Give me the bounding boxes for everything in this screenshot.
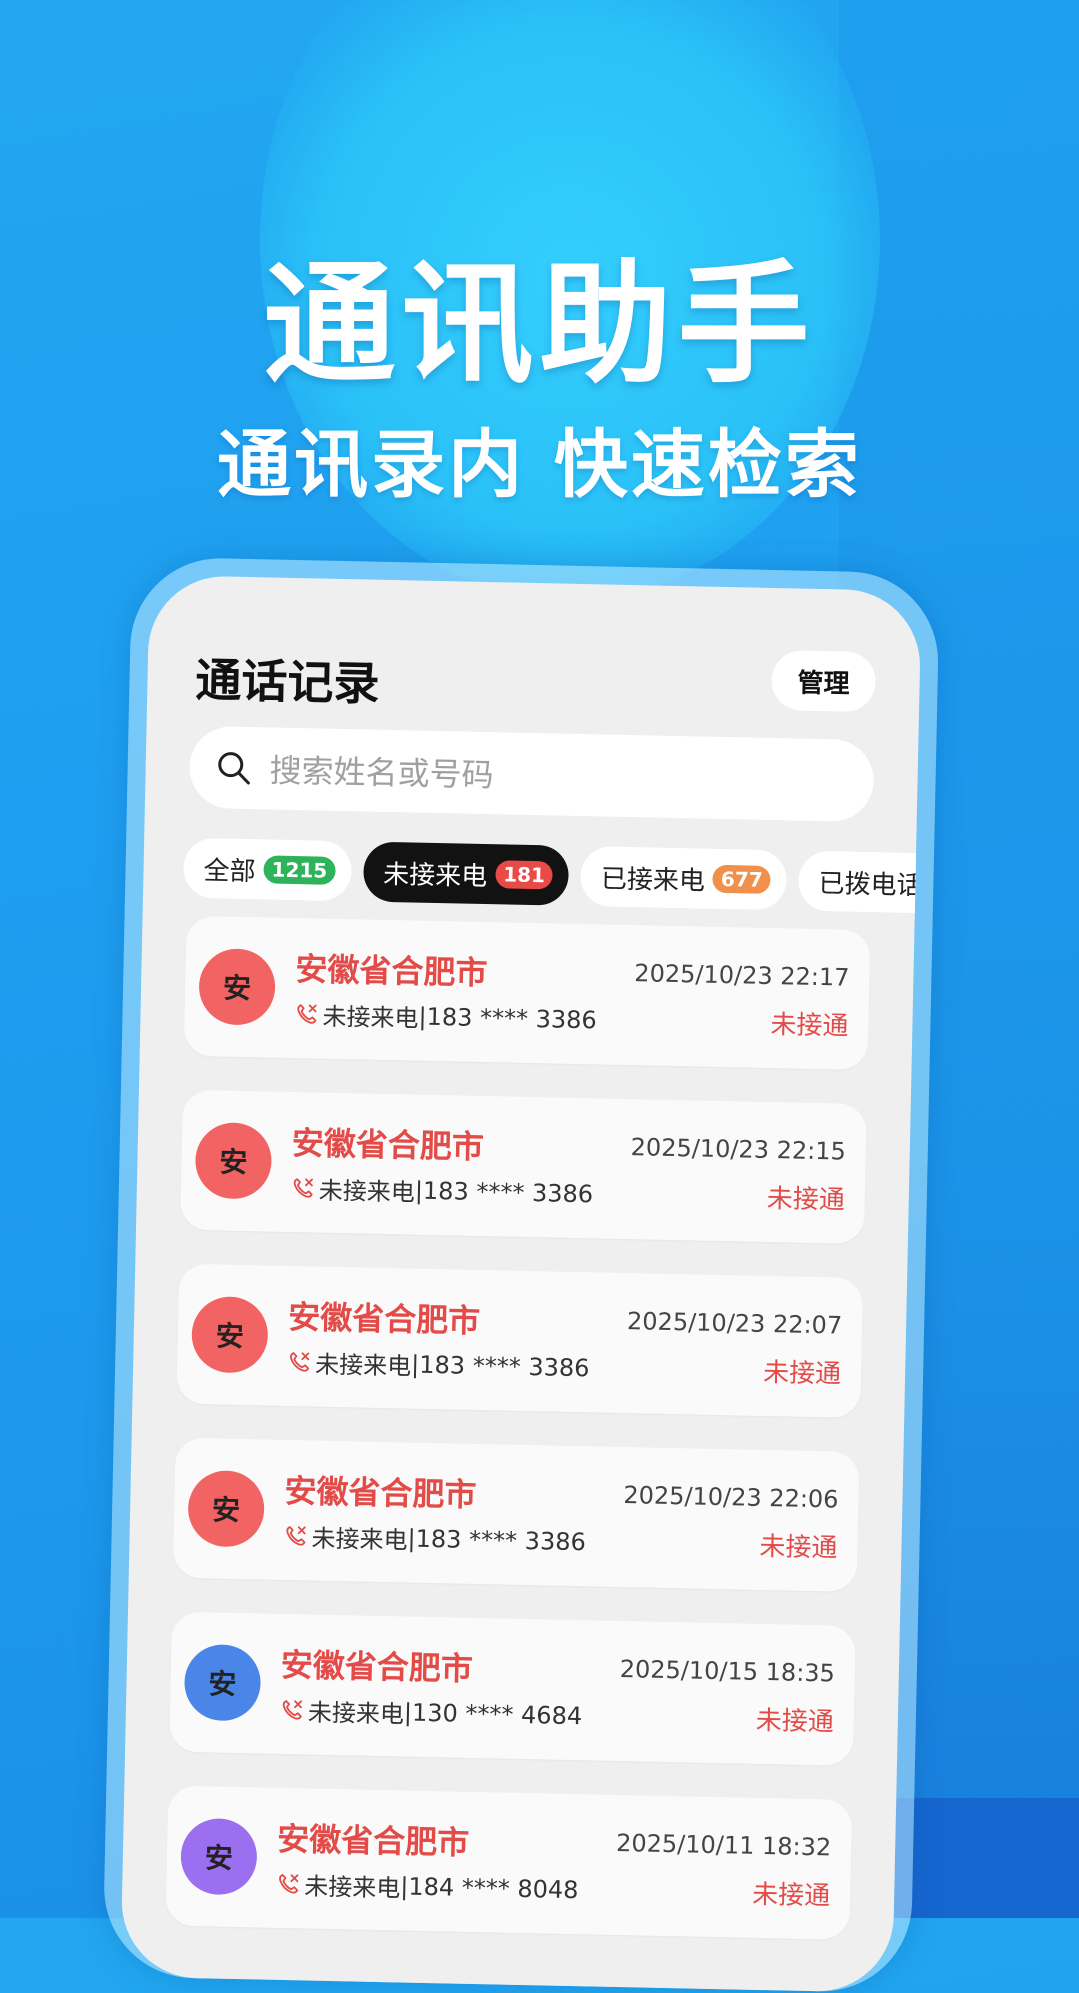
call-type: 未接来电 xyxy=(314,1350,412,1381)
caller-location: 安徽省合肥市 xyxy=(280,1645,474,1688)
tab-count-badge: 677 xyxy=(712,864,771,894)
call-list-item[interactable]: 安安徽省合肥市 未接来电 | 183 **** 3386 2025/10/23 22… xyxy=(172,1437,860,1592)
tab-1[interactable]: 未接来电 181 xyxy=(362,841,570,906)
phone-number: 184 **** 8048 xyxy=(408,1872,579,1904)
missed-call-icon xyxy=(293,1177,313,1198)
phone-number: 183 **** 3386 xyxy=(426,1002,598,1034)
avatar: 安 xyxy=(194,1122,273,1200)
call-list-item[interactable]: 安安徽省合肥市 未接来电 | 184 **** 8048 2025/10/11 18… xyxy=(165,1785,853,1940)
call-list: 安安徽省合肥市 未接来电 | 183 **** 3386 2025/10/23 22… xyxy=(165,915,871,1974)
call-detail: 未接来电 | 183 **** 3386 xyxy=(283,1518,586,1559)
call-time: 2025/10/23 22:15 xyxy=(630,1133,847,1166)
hero-title: 通讯助手 xyxy=(263,248,816,402)
call-list-item[interactable]: 安安徽省合肥市 未接来电 | 183 **** 3386 2025/10/23 22… xyxy=(176,1263,864,1418)
call-type: 未接来电 xyxy=(303,1872,401,1903)
call-type: 未接来电 xyxy=(318,1176,416,1207)
phone-number: 183 **** 3386 xyxy=(422,1176,594,1208)
page-title: 通话记录 xyxy=(194,652,381,711)
avatar: 安 xyxy=(183,1643,262,1722)
tab-label: 已接来电 xyxy=(600,863,706,897)
search-icon xyxy=(218,752,250,785)
missed-call-icon xyxy=(279,1873,299,1893)
tab-0[interactable]: 全部 1215 xyxy=(182,837,352,902)
call-time: 2025/10/23 22:17 xyxy=(634,959,850,992)
tab-2[interactable]: 已接来电 677 xyxy=(580,846,788,911)
call-detail: 未接来电 | 183 **** 3386 xyxy=(294,996,597,1037)
avatar: 安 xyxy=(191,1295,269,1374)
call-time: 2025/10/23 22:06 xyxy=(623,1481,839,1514)
phone-mockup: 通话记录 管理 搜索姓名或号码 全部 1215 未接来电 181 已接来电 677 已拨电话… xyxy=(102,556,940,1993)
hero-subtitle: 通讯录内 快速检索 xyxy=(217,422,862,508)
missed-call-icon xyxy=(297,1003,317,1024)
missed-call-icon xyxy=(286,1525,306,1546)
tab-count-badge: 1215 xyxy=(263,855,336,885)
call-list-item[interactable]: 安安徽省合肥市 未接来电 | 130 **** 4684 2025/10/15 18… xyxy=(169,1611,856,1766)
missed-call-icon xyxy=(282,1699,303,1720)
call-type: 未接来电 xyxy=(311,1524,408,1555)
call-status: 未接通 xyxy=(759,1531,838,1564)
tab-3[interactable]: 已拨电话357 xyxy=(798,850,922,915)
call-type: 未接来电 xyxy=(322,1002,419,1033)
avatar: 安 xyxy=(180,1817,258,1896)
call-detail: 未接来电 | 130 **** 4684 xyxy=(280,1692,583,1733)
call-detail: 未接来电 | 183 **** 3386 xyxy=(287,1344,590,1385)
call-time: 2025/10/11 18:32 xyxy=(615,1828,832,1862)
caller-location: 安徽省合肥市 xyxy=(287,1297,481,1340)
missed-call-icon xyxy=(290,1351,310,1372)
call-type: 未接来电 xyxy=(307,1698,405,1729)
avatar: 安 xyxy=(187,1469,265,1548)
filter-tabs: 全部1215未接来电181已接来电677已拨电话357 xyxy=(182,837,922,919)
caller-location: 安徽省合肥市 xyxy=(295,950,488,993)
tab-label: 未接来电 xyxy=(382,859,488,892)
call-status: 未接通 xyxy=(751,1879,831,1912)
call-status: 未接通 xyxy=(762,1357,842,1390)
phone-screen: 通话记录 管理 搜索姓名或号码 全部 1215 未接来电 181 已接来电 677 已拨电话… xyxy=(120,574,922,1993)
tab-label: 全部 xyxy=(203,855,256,887)
search-placeholder: 搜索姓名或号码 xyxy=(269,751,495,795)
manage-button[interactable]: 管理 xyxy=(771,649,877,713)
phone-number: 183 **** 3386 xyxy=(419,1350,590,1382)
call-time: 2025/10/15 18:35 xyxy=(619,1654,836,1688)
tab-label: 已拨电话 xyxy=(818,868,922,901)
call-detail: 未接来电 | 183 **** 3386 xyxy=(291,1170,594,1211)
phone-number: 183 **** 3386 xyxy=(415,1524,587,1556)
call-list-item[interactable]: 安安徽省合肥市 未接来电 | 183 **** 3386 2025/10/23 22… xyxy=(180,1089,867,1245)
call-status: 未接通 xyxy=(766,1183,846,1216)
avatar: 安 xyxy=(198,948,276,1026)
call-status: 未接通 xyxy=(770,1010,849,1042)
phone-number: 130 **** 4684 xyxy=(411,1698,583,1730)
search-input[interactable]: 搜索姓名或号码 xyxy=(188,725,875,823)
call-detail: 未接来电 | 184 **** 8048 xyxy=(276,1866,579,1907)
caller-location: 安徽省合肥市 xyxy=(276,1819,470,1862)
caller-location: 安徽省合肥市 xyxy=(284,1471,477,1514)
caller-location: 安徽省合肥市 xyxy=(291,1124,485,1167)
call-list-item[interactable]: 安安徽省合肥市 未接来电 | 183 **** 3386 2025/10/23 22… xyxy=(183,915,871,1071)
call-time: 2025/10/23 22:07 xyxy=(626,1307,843,1340)
tab-count-badge: 181 xyxy=(494,860,554,890)
call-status: 未接通 xyxy=(755,1705,835,1738)
